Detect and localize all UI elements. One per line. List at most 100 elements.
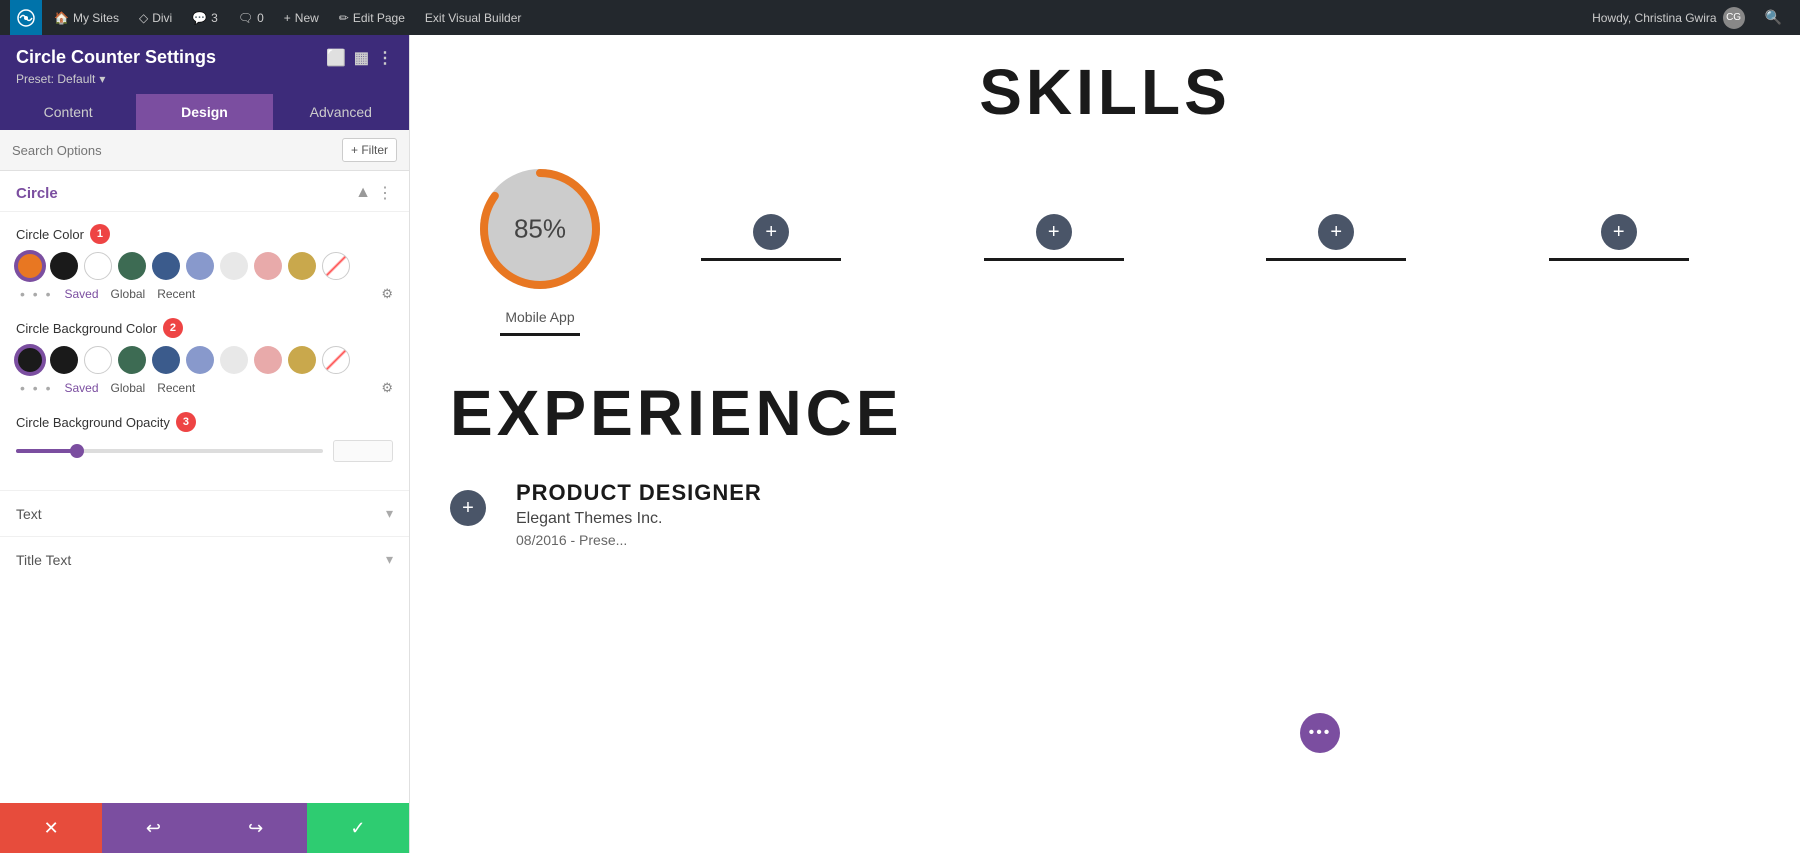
circle-bg-opacity-option: Circle Background Opacity 3 0.2 xyxy=(16,412,393,462)
swatch-periwinkle[interactable] xyxy=(186,252,214,280)
new-menu[interactable]: + New xyxy=(276,0,327,35)
bg-swatch-periwinkle[interactable] xyxy=(186,346,214,374)
my-sites-menu[interactable]: 🏠 My Sites xyxy=(46,0,127,35)
circle-bg-color-badge: 2 xyxy=(163,318,183,338)
more-colors-icon[interactable]: • • • xyxy=(20,286,52,302)
sidebar-toolbar: ✕ ↩ ↪ ✓ xyxy=(0,803,409,853)
admin-bar: 🏠 My Sites ◇ Divi 💬 3 🗨 0 + New ✏ Edit P… xyxy=(0,0,1800,35)
add-button-4[interactable]: + xyxy=(1601,214,1637,250)
opacity-value-input[interactable]: 0.2 xyxy=(333,440,393,462)
bg-settings-gear-icon[interactable]: ⚙ xyxy=(381,380,393,396)
edit-page-menu[interactable]: ✏ Edit Page xyxy=(331,0,413,35)
search-icon[interactable]: 🔍 xyxy=(1757,0,1790,35)
bg-swatch-black[interactable] xyxy=(16,346,44,374)
bg-swatch-gold[interactable] xyxy=(288,346,316,374)
title-text-section-collapsed[interactable]: Title Text ▾ xyxy=(0,536,409,582)
bg-swatch-white[interactable] xyxy=(84,346,112,374)
sites-icon: 🏠 xyxy=(54,11,69,25)
swatch-light-gray[interactable] xyxy=(220,252,248,280)
comments-menu[interactable]: 💬 3 xyxy=(184,0,226,35)
recent-tag[interactable]: Recent xyxy=(157,287,195,301)
user-avatar: CG xyxy=(1723,7,1745,29)
bg-swatch-none[interactable] xyxy=(322,346,350,374)
swatch-orange[interactable] xyxy=(16,252,44,280)
main-layout: Circle Counter Settings ⬜ ▦ ⋮ Preset: De… xyxy=(0,35,1800,853)
skills-row: 85% Mobile App + + + xyxy=(450,159,1760,336)
add-col-1: + xyxy=(630,159,913,261)
opacity-slider-fill xyxy=(16,449,77,453)
bg-swatch-dark-blue[interactable] xyxy=(152,346,180,374)
bg-saved-tag[interactable]: Saved xyxy=(64,381,98,395)
divi-menu[interactable]: ◇ Divi xyxy=(131,0,180,35)
bg-swatch-light-pink[interactable] xyxy=(254,346,282,374)
add-col-3: + xyxy=(1195,159,1478,261)
tab-content[interactable]: Content xyxy=(0,94,136,130)
filter-button[interactable]: + Filter xyxy=(342,138,397,162)
bg-swatch-dark-green[interactable] xyxy=(118,346,146,374)
experience-add-col: + xyxy=(450,480,486,534)
circle-bg-opacity-label: Circle Background Opacity 3 xyxy=(16,412,393,432)
comment-count-menu[interactable]: 🗨 0 xyxy=(230,0,272,35)
skills-heading: SKILLS xyxy=(450,55,1760,129)
job-title: PRODUCT DESIGNER xyxy=(516,480,1760,506)
cancel-icon: ✕ xyxy=(44,818,59,839)
canvas: SKILLS 85% xyxy=(410,35,1800,853)
circle-color-swatches xyxy=(16,252,393,280)
opacity-slider-thumb[interactable] xyxy=(70,444,84,458)
title-text-section-label: Title Text xyxy=(16,552,71,568)
swatch-none[interactable] xyxy=(322,252,350,280)
undo-button[interactable]: ↩ xyxy=(102,803,204,853)
bg-recent-tag[interactable]: Recent xyxy=(157,381,195,395)
search-input[interactable] xyxy=(12,143,342,158)
bg-more-colors-icon[interactable]: • • • xyxy=(20,380,52,396)
window-icon[interactable]: ⬜ xyxy=(326,48,346,68)
new-icon: + xyxy=(284,11,291,25)
bg-swatch-black2[interactable] xyxy=(50,346,78,374)
circle-color-option: Circle Color 1 xyxy=(16,224,393,302)
add-button-2[interactable]: + xyxy=(1036,214,1072,250)
section-menu-icon[interactable]: ⋮ xyxy=(377,183,393,203)
tab-design[interactable]: Design xyxy=(136,94,272,130)
divi-icon: ◇ xyxy=(139,11,148,25)
add-divider-1 xyxy=(701,258,841,261)
grid-icon[interactable]: ▦ xyxy=(354,48,369,68)
sidebar-title: Circle Counter Settings ⬜ ▦ ⋮ xyxy=(16,47,393,68)
add-col-2: + xyxy=(913,159,1196,261)
company-name: Elegant Themes Inc. xyxy=(516,510,1760,528)
redo-button[interactable]: ↪ xyxy=(205,803,307,853)
swatch-light-pink[interactable] xyxy=(254,252,282,280)
circle-percent: 85% xyxy=(514,214,566,245)
floating-more-button[interactable]: ••• xyxy=(1300,713,1340,753)
circle-bg-color-option: Circle Background Color 2 xyxy=(16,318,393,396)
global-tag[interactable]: Global xyxy=(111,287,146,301)
swatch-dark-green[interactable] xyxy=(118,252,146,280)
save-button[interactable]: ✓ xyxy=(307,803,409,853)
sidebar-tabs: Content Design Advanced xyxy=(0,94,409,130)
user-menu[interactable]: Howdy, Christina Gwira CG xyxy=(1584,7,1752,29)
settings-gear-icon[interactable]: ⚙ xyxy=(381,286,393,302)
experience-add-button[interactable]: + xyxy=(450,490,486,526)
bg-global-tag[interactable]: Global xyxy=(111,381,146,395)
bg-swatch-light-gray[interactable] xyxy=(220,346,248,374)
add-divider-3 xyxy=(1266,258,1406,261)
redo-icon: ↪ xyxy=(248,818,263,839)
exit-builder-menu[interactable]: Exit Visual Builder xyxy=(417,0,530,35)
wp-logo-icon[interactable] xyxy=(10,0,42,35)
sidebar-header: Circle Counter Settings ⬜ ▦ ⋮ Preset: De… xyxy=(0,35,409,94)
collapse-icon[interactable]: ▲ xyxy=(355,184,371,202)
saved-tag[interactable]: Saved xyxy=(64,287,98,301)
swatch-black[interactable] xyxy=(50,252,78,280)
swatch-gold[interactable] xyxy=(288,252,316,280)
swatch-dark-blue[interactable] xyxy=(152,252,180,280)
tab-advanced[interactable]: Advanced xyxy=(273,94,409,130)
add-button-3[interactable]: + xyxy=(1318,214,1354,250)
text-section-label: Text xyxy=(16,506,42,522)
add-button-1[interactable]: + xyxy=(753,214,789,250)
more-icon[interactable]: ⋮ xyxy=(377,48,393,68)
circle-section-body: Circle Color 1 xyxy=(0,212,409,490)
preset-selector[interactable]: Preset: Default ▾ xyxy=(16,72,393,86)
circle-section-header: Circle ▲ ⋮ xyxy=(0,171,409,212)
swatch-white[interactable] xyxy=(84,252,112,280)
text-section-collapsed[interactable]: Text ▾ xyxy=(0,490,409,536)
cancel-button[interactable]: ✕ xyxy=(0,803,102,853)
